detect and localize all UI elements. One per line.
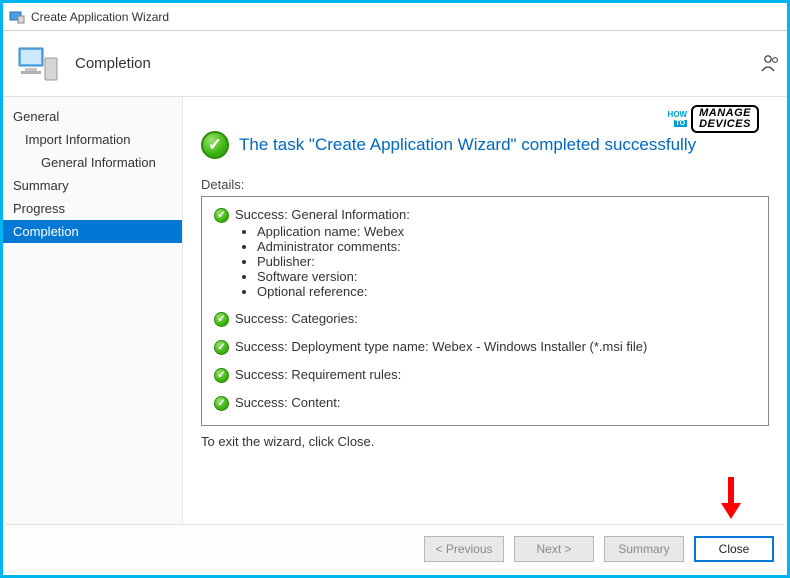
main: General Import Information General Infor… [3,97,787,527]
sidebar-item-general-information[interactable]: General Information [3,151,182,174]
detail-title: Success: Deployment type name: Webex - W… [235,339,760,354]
page-title: Completion [75,55,151,72]
status-row: ✓ The task "Create Application Wizard" c… [201,131,769,159]
detail-title: Success: Content: [235,395,760,410]
window-app-icon [9,9,25,25]
detail-section: ✓ Success: Categories: [214,311,760,327]
sidebar-item-completion[interactable]: Completion [3,220,182,243]
sidebar-item-summary[interactable]: Summary [3,174,182,197]
watermark-brand: MANAGE DEVICES [691,105,759,133]
detail-section: ✓ Success: Requirement rules: [214,367,760,383]
summary-button: Summary [604,536,684,562]
detail-bullets: Application name: Webex Administrator co… [235,224,760,299]
detail-bullet: Publisher: [257,254,760,269]
users-icon [761,53,781,73]
detail-bullet: Software version: [257,269,760,284]
exit-hint: To exit the wizard, click Close. [201,434,769,449]
detail-title: Success: Categories: [235,311,760,326]
sidebar-item-progress[interactable]: Progress [3,197,182,220]
success-check-icon: ✓ [214,340,229,355]
status-message: The task "Create Application Wizard" com… [239,135,696,155]
sidebar-item-import-information[interactable]: Import Information [3,128,182,151]
detail-bullet: Administrator comments: [257,239,760,254]
sidebar-item-general[interactable]: General [3,105,182,128]
window-title: Create Application Wizard [31,10,169,24]
details-label: Details: [201,177,769,192]
success-check-icon: ✓ [214,312,229,327]
details-box[interactable]: ✓ Success: General Information: Applicat… [201,196,769,426]
success-check-icon: ✓ [201,131,229,159]
detail-bullet: Optional reference: [257,284,760,299]
detail-title: Success: General Information: [235,207,760,222]
computer-icon [17,44,61,84]
detail-section: ✓ Success: General Information: Applicat… [214,207,760,299]
detail-bullet: Application name: Webex [257,224,760,239]
next-button: Next > [514,536,594,562]
success-check-icon: ✓ [214,396,229,411]
watermark: HOW TO MANAGE DEVICES [668,105,759,133]
previous-button: < Previous [424,536,504,562]
detail-section: ✓ Success: Deployment type name: Webex -… [214,339,760,355]
wizard-content: HOW TO MANAGE DEVICES ✓ The task "Create… [183,97,787,527]
wizard-header: Completion [3,31,787,97]
wizard-footer: < Previous Next > Summary Close [6,524,784,572]
watermark-to: TO [674,120,688,127]
detail-title: Success: Requirement rules: [235,367,760,382]
success-check-icon: ✓ [214,368,229,383]
detail-section: ✓ Success: Content: [214,395,760,411]
success-check-icon: ✓ [214,208,229,223]
wizard-sidebar: General Import Information General Infor… [3,97,183,527]
watermark-how: HOW [668,111,688,119]
close-button[interactable]: Close [694,536,774,562]
titlebar: Create Application Wizard [3,3,787,31]
